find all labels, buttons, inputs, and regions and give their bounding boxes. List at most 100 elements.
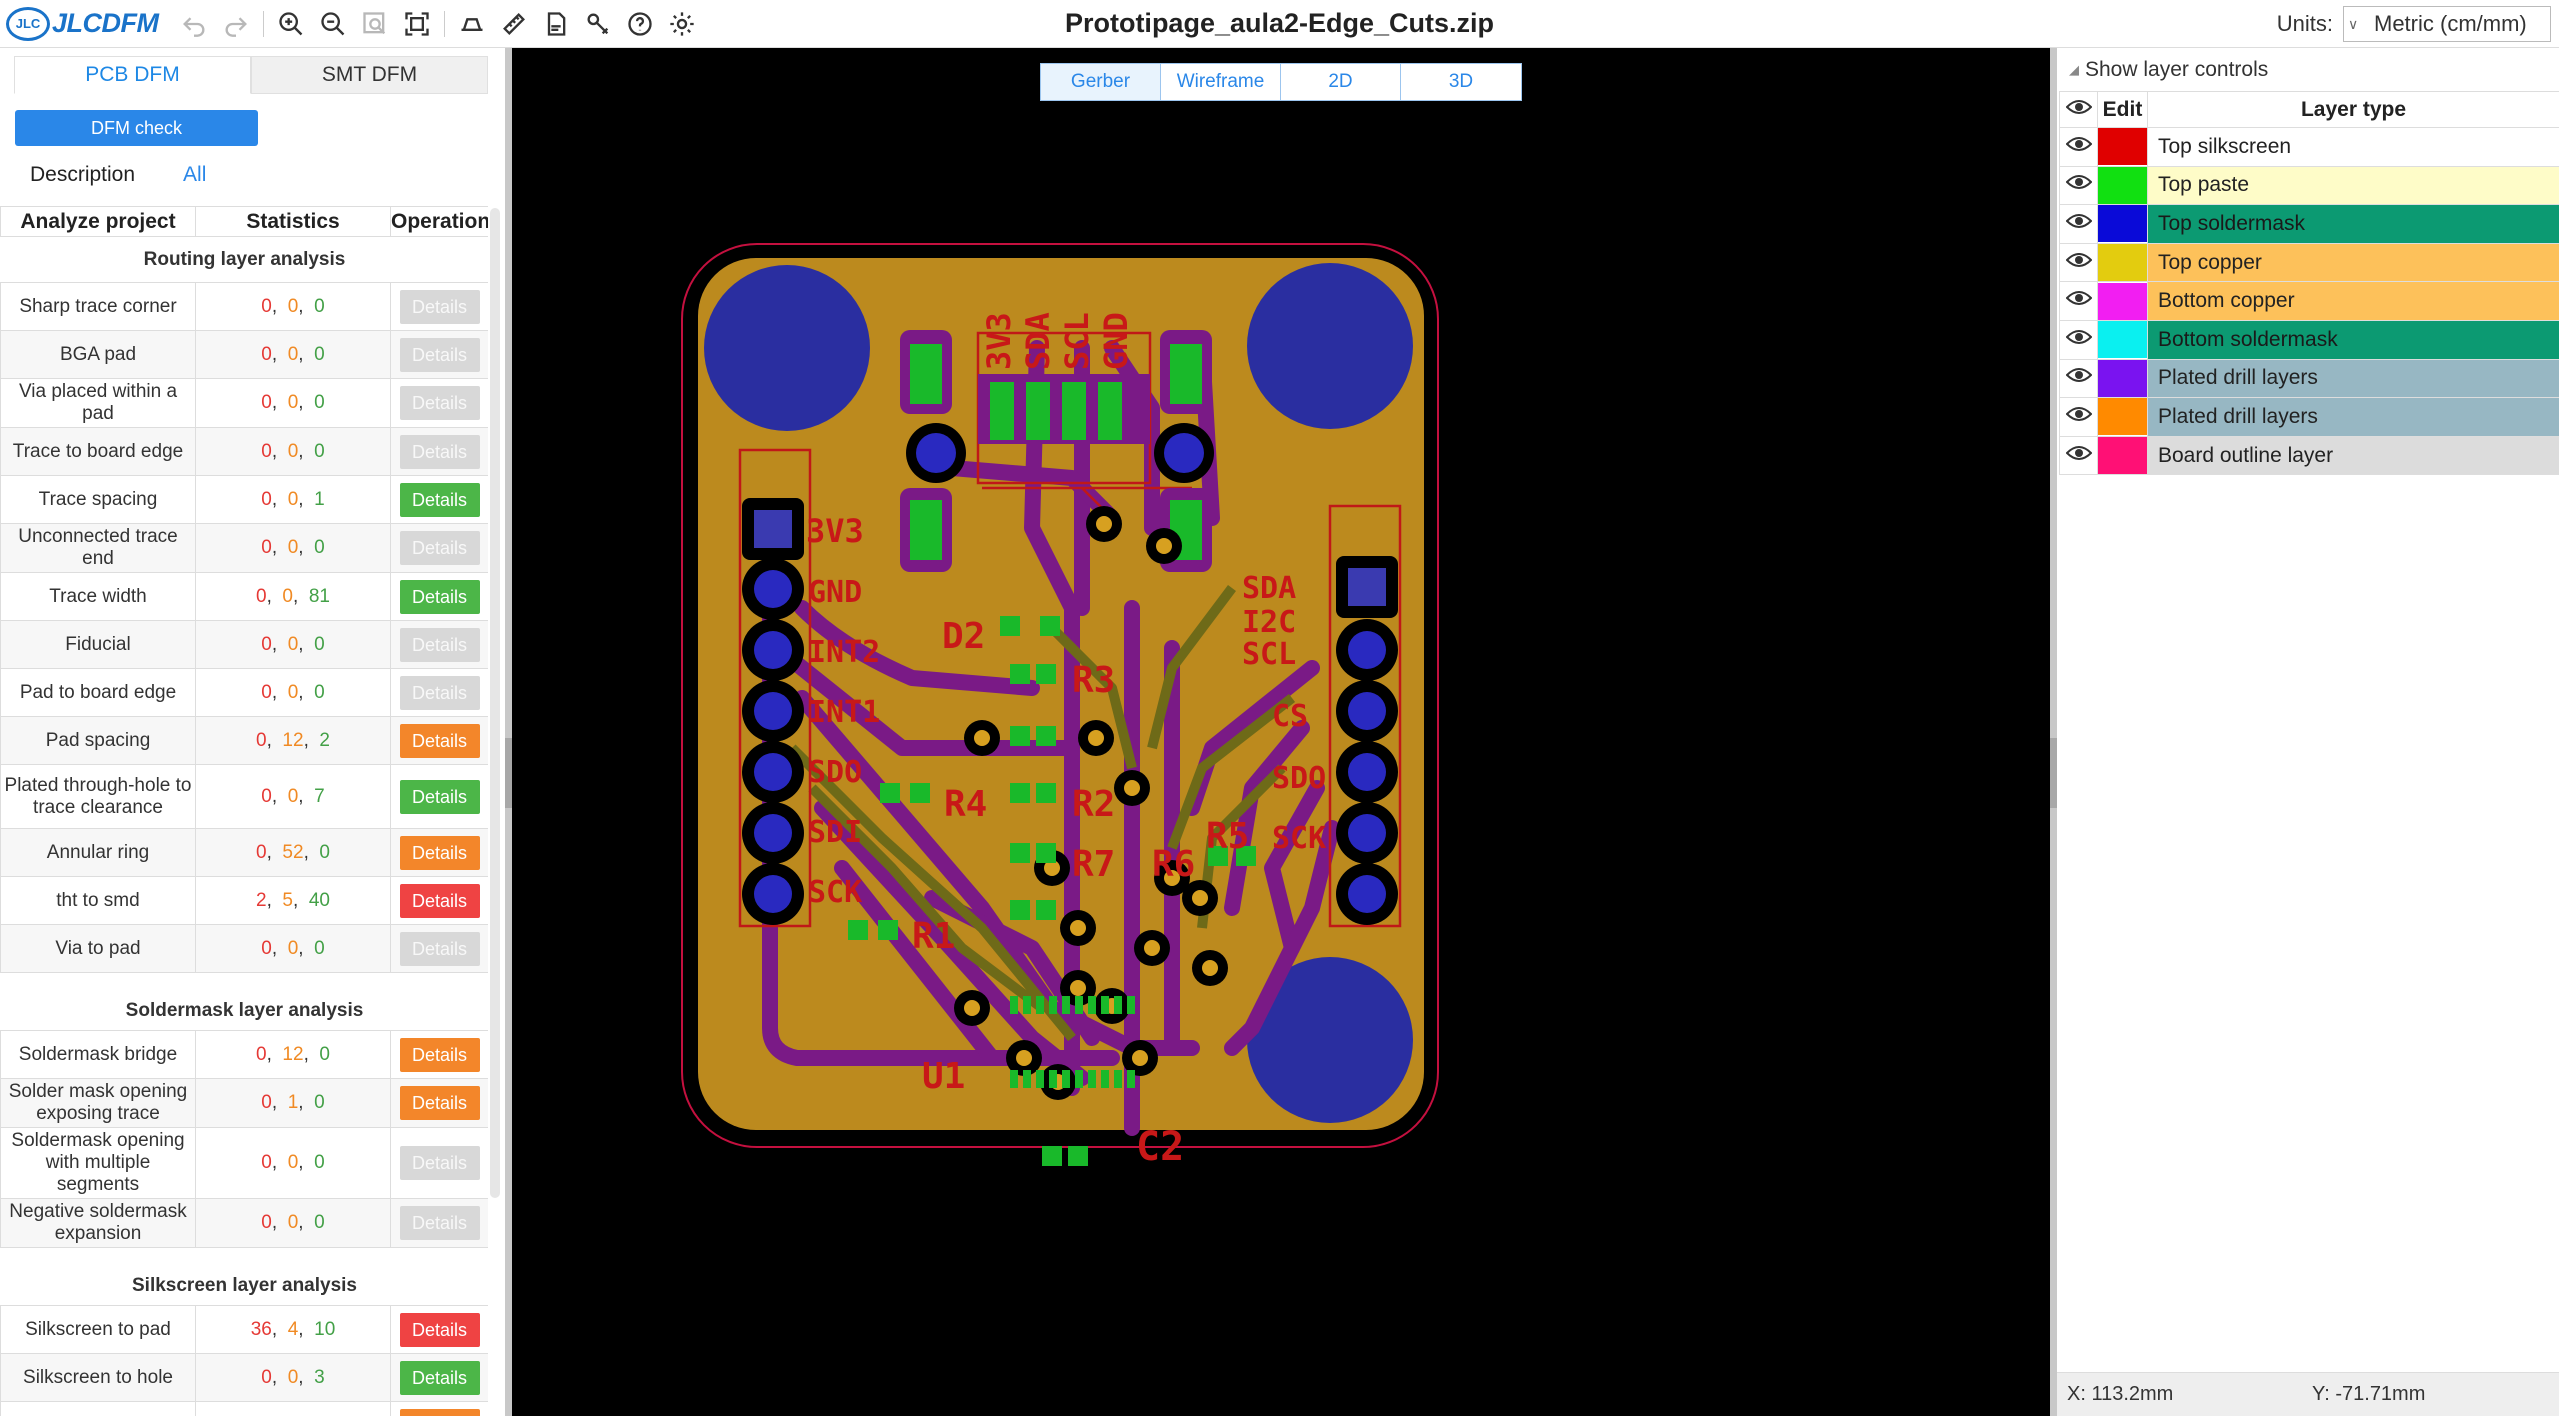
eye-icon[interactable]: [2059, 91, 2098, 128]
tab-smt-dfm[interactable]: SMT DFM: [251, 56, 488, 94]
units-select[interactable]: ∨ Metric (cm/mm): [2343, 6, 2551, 42]
filter-all-link[interactable]: All: [183, 163, 206, 187]
layer-color-swatch[interactable]: [2097, 435, 2148, 476]
stat-passed: 0: [314, 681, 325, 703]
details-button[interactable]: Details: [399, 779, 480, 814]
eye-icon[interactable]: [2059, 281, 2098, 321]
layer-row[interactable]: Board outline layer: [2059, 435, 2559, 476]
ruler-icon[interactable]: [493, 3, 535, 45]
zoom-region-icon[interactable]: [354, 3, 396, 45]
details-button[interactable]: Details: [399, 386, 480, 420]
eye-icon[interactable]: [2059, 435, 2098, 476]
smd-pad: [1010, 726, 1030, 746]
layer-row[interactable]: Top paste: [2059, 165, 2559, 206]
layer-stack-icon[interactable]: [451, 3, 493, 45]
details-button[interactable]: Details: [399, 531, 480, 565]
show-layer-controls-toggle[interactable]: ◢ Show layer controls: [2069, 58, 2268, 82]
via-drill: [1070, 980, 1086, 996]
fit-view-icon[interactable]: [396, 3, 438, 45]
top-toolbar: JLC JLCDFM Prototipage_aula2-Edge_Cuts.z…: [0, 0, 2559, 48]
check-name: Via placed within a pad: [0, 378, 196, 428]
layer-row[interactable]: Bottom soldermask: [2059, 319, 2559, 360]
splitter-handle[interactable]: [2050, 738, 2057, 808]
stat-warnings: 0: [287, 681, 299, 703]
details-button[interactable]: Details: [399, 675, 480, 710]
column-header: Edit: [2097, 91, 2148, 128]
view-mode-wireframe[interactable]: Wireframe: [1161, 64, 1281, 100]
redo-icon[interactable]: [215, 3, 257, 45]
scrollbar[interactable]: [490, 208, 500, 1198]
tab-pcb-dfm[interactable]: PCB DFM: [14, 56, 251, 94]
layer-color-swatch[interactable]: [2097, 281, 2148, 321]
ic-pad: [1114, 1070, 1122, 1088]
details-button[interactable]: Details: [399, 482, 480, 517]
eye-icon[interactable]: [2059, 204, 2098, 244]
details-button[interactable]: Details: [399, 1086, 480, 1120]
settings-icon[interactable]: [661, 3, 703, 45]
view-mode-3d[interactable]: 3D: [1401, 64, 1521, 100]
details-button[interactable]: Details: [399, 1360, 480, 1395]
layer-row[interactable]: Bottom copper: [2059, 281, 2559, 321]
undo-icon[interactable]: [173, 3, 215, 45]
layer-color-swatch[interactable]: [2097, 242, 2148, 283]
layer-color-swatch[interactable]: [2097, 319, 2148, 360]
right-splitter[interactable]: [2050, 48, 2057, 1416]
silk-label: GND: [1097, 312, 1135, 370]
chevron-down-icon: ∨: [2348, 15, 2359, 32]
details-button[interactable]: Details: [399, 723, 480, 758]
layer-row[interactable]: Plated drill layers: [2059, 358, 2559, 399]
eye-icon[interactable]: [2059, 319, 2098, 360]
details-button[interactable]: Details: [399, 1037, 480, 1072]
details-button[interactable]: Details: [399, 883, 480, 918]
details-button[interactable]: Details: [399, 1206, 480, 1240]
pcb-board-render[interactable]: 3V3 SDA SCL GND 3V3 GND INT2 INT1 SDO SD…: [512, 48, 2050, 1416]
details-button[interactable]: Details: [399, 627, 480, 662]
check-statistics: 0, 0, 0: [195, 620, 391, 669]
zoom-in-icon[interactable]: [270, 3, 312, 45]
details-button[interactable]: Details: [399, 1312, 480, 1347]
ic-pad: [1088, 1070, 1096, 1088]
layer-color-swatch[interactable]: [2097, 204, 2148, 244]
layer-row[interactable]: Top soldermask: [2059, 204, 2559, 244]
stat-errors: 0: [261, 681, 272, 703]
layer-name: Bottom copper: [2147, 281, 2559, 321]
pdf-export-icon[interactable]: [535, 3, 577, 45]
stat-warnings: 4: [287, 1318, 299, 1340]
stat-errors: 0: [256, 841, 267, 863]
silk-label: SCK: [808, 875, 862, 910]
dfm-check-button[interactable]: DFM check: [15, 110, 258, 146]
details-button[interactable]: Details: [399, 434, 480, 469]
coord-y: Y: -71.71mm: [2312, 1383, 2426, 1405]
tools-icon[interactable]: [577, 3, 619, 45]
details-button[interactable]: Details: [399, 1408, 480, 1416]
gerber-viewer[interactable]: 3V3 SDA SCL GND 3V3 GND INT2 INT1 SDO SD…: [512, 48, 2050, 1416]
eye-icon[interactable]: [2059, 358, 2098, 399]
eye-icon[interactable]: [2059, 242, 2098, 283]
help-icon[interactable]: [619, 3, 661, 45]
eye-icon[interactable]: [2059, 165, 2098, 206]
stat-warnings: 0: [287, 1212, 299, 1233]
eye-icon[interactable]: [2059, 127, 2098, 167]
smd-pad: [1010, 783, 1030, 803]
layer-color-swatch[interactable]: [2097, 358, 2148, 399]
view-mode-2d[interactable]: 2D: [1281, 64, 1401, 100]
details-button[interactable]: Details: [399, 337, 480, 372]
splitter-handle[interactable]: [505, 738, 512, 808]
layer-color-swatch[interactable]: [2097, 397, 2148, 437]
left-splitter[interactable]: [505, 48, 512, 1416]
zoom-out-icon[interactable]: [312, 3, 354, 45]
details-button[interactable]: Details: [399, 931, 480, 966]
layer-row[interactable]: Top copper: [2059, 242, 2559, 283]
eye-icon[interactable]: [2059, 397, 2098, 437]
details-button[interactable]: Details: [399, 835, 480, 870]
details-button[interactable]: Details: [399, 579, 480, 614]
stat-passed: 2: [319, 729, 330, 751]
layer-row[interactable]: Top silkscreen: [2059, 127, 2559, 167]
layer-color-swatch[interactable]: [2097, 165, 2148, 206]
layer-row[interactable]: Plated drill layers: [2059, 397, 2559, 437]
layer-color-swatch[interactable]: [2097, 127, 2148, 167]
details-button[interactable]: Details: [399, 1146, 480, 1180]
view-mode-gerber[interactable]: Gerber: [1041, 64, 1161, 100]
details-button[interactable]: Details: [399, 289, 480, 324]
check-name: BGA pad: [0, 330, 196, 379]
